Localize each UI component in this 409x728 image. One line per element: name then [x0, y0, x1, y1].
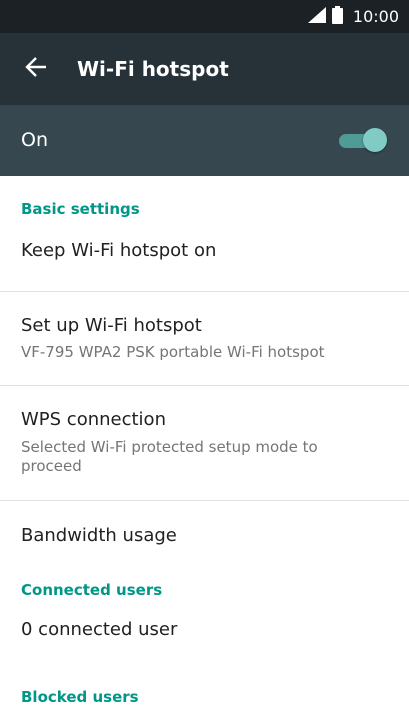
wps-connection-title: WPS connection — [21, 409, 166, 430]
arrow-back-icon — [25, 57, 47, 81]
status-bar: 10:00 — [0, 0, 409, 33]
toggle-thumb — [363, 128, 387, 152]
bandwidth-usage-title: Bandwidth usage — [21, 525, 177, 546]
master-switch-label: On — [21, 129, 48, 151]
settings-list: Basic settings Keep Wi-Fi hotspot on Set… — [0, 176, 409, 725]
wps-connection-row[interactable]: WPS connection Selected Wi-Fi protected … — [0, 386, 409, 500]
status-time: 10:00 — [352, 7, 399, 26]
setup-hotspot-subtitle: VF-795 WPA2 PSK portable Wi-Fi hotspot — [21, 343, 325, 361]
app-bar: Wi-Fi hotspot — [0, 33, 409, 105]
wps-connection-subtitle: Selected Wi-Fi protected setup mode to p… — [21, 438, 318, 475]
battery-icon — [331, 5, 343, 28]
keep-hotspot-on-row[interactable]: Keep Wi-Fi hotspot on — [0, 240, 409, 291]
master-switch-bar[interactable]: On — [0, 105, 409, 176]
keep-hotspot-on-title: Keep Wi-Fi hotspot on — [21, 240, 217, 261]
status-icons: 10:00 — [307, 0, 399, 33]
section-header-connected: Connected users — [0, 571, 409, 617]
section-header-connected-label: Connected users — [21, 581, 163, 599]
hotspot-toggle[interactable] — [339, 127, 387, 153]
back-button[interactable] — [14, 53, 58, 85]
section-header-blocked-label: Blocked users — [21, 688, 139, 706]
connected-user-count-row[interactable]: 0 connected user — [0, 617, 409, 685]
section-header-basic: Basic settings — [0, 176, 409, 240]
connected-user-count: 0 connected user — [21, 619, 178, 640]
page-title: Wi-Fi hotspot — [77, 57, 229, 81]
bandwidth-usage-row[interactable]: Bandwidth usage — [0, 501, 409, 571]
section-header-basic-label: Basic settings — [21, 200, 140, 218]
setup-hotspot-title: Set up Wi-Fi hotspot — [21, 315, 202, 336]
setup-hotspot-row[interactable]: Set up Wi-Fi hotspot VF-795 WPA2 PSK por… — [0, 292, 409, 385]
section-header-blocked: Blocked users — [0, 685, 409, 725]
signal-icon — [307, 6, 326, 27]
